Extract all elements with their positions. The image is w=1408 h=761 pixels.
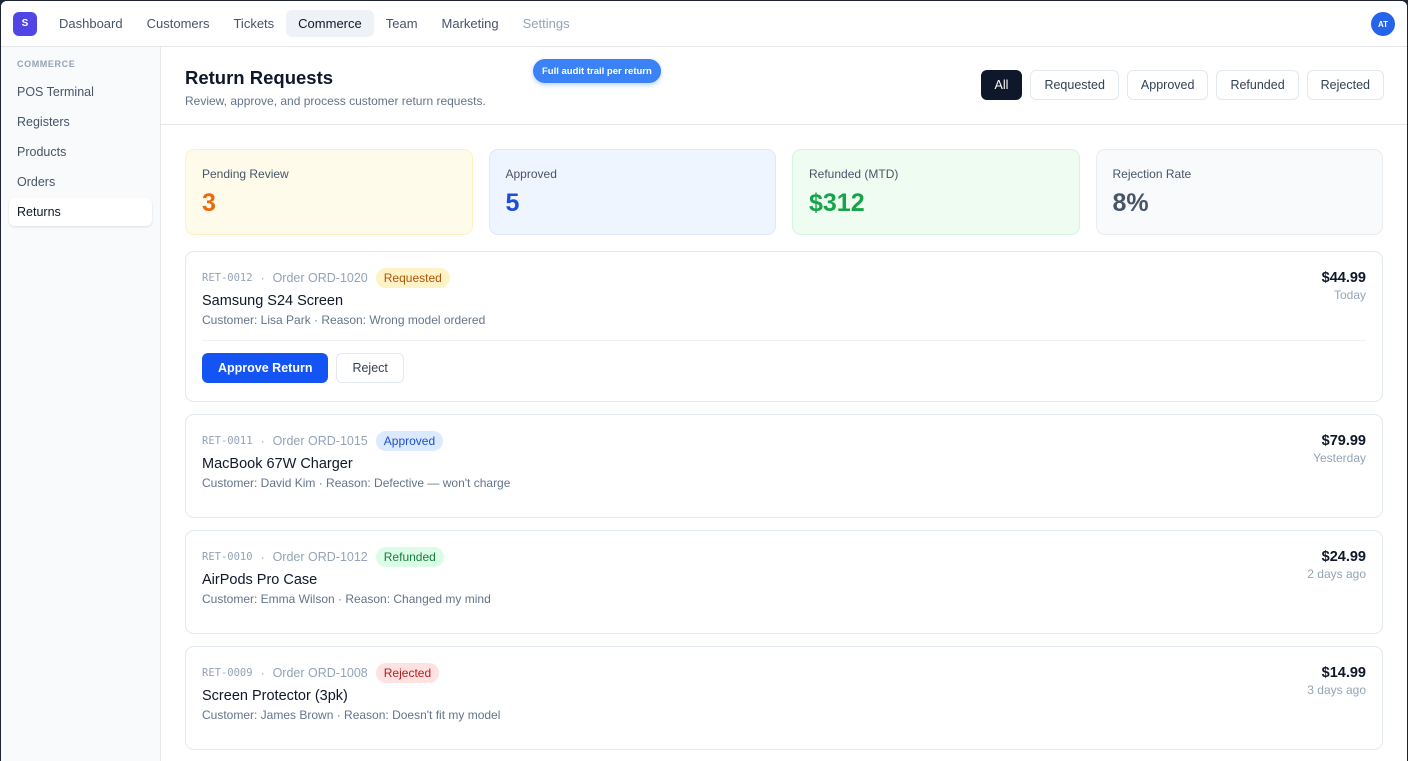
status-badge: Rejected: [375, 663, 440, 683]
order-link[interactable]: Order ORD-1012: [273, 550, 368, 564]
filter-approved[interactable]: Approved: [1126, 70, 1209, 100]
reject-button[interactable]: Reject: [336, 353, 404, 383]
returns-content: Pending Review 3 Approved 5 Refunded (MT…: [161, 125, 1407, 750]
nav-marketing[interactable]: Marketing: [430, 10, 511, 37]
return-meta: RET-0009 · Order ORD-1008 Rejected: [202, 663, 1366, 683]
return-id: RET-0010: [202, 551, 253, 563]
return-date: 3 days ago: [1307, 683, 1366, 697]
page-header: Return Requests Review, approve, and pro…: [161, 47, 1407, 125]
nav-dashboard[interactable]: Dashboard: [47, 10, 135, 37]
return-detail: Customer: Emma Wilson · Reason: Changed …: [202, 592, 491, 606]
return-meta: RET-0011 · Order ORD-1015 Approved: [202, 431, 1366, 451]
return-id: RET-0012: [202, 272, 253, 284]
stats-row: Pending Review 3 Approved 5 Refunded (MT…: [185, 149, 1383, 235]
nav-commerce[interactable]: Commerce: [286, 10, 374, 37]
return-date: Today: [1333, 288, 1366, 302]
return-amount: $44.99: [1321, 270, 1366, 286]
nav-customers[interactable]: Customers: [135, 10, 222, 37]
return-actions: Approve Return Reject: [202, 353, 1366, 383]
status-badge: Requested: [375, 268, 450, 288]
stat-value: $312: [809, 189, 865, 217]
return-card: RET-0011 · Order ORD-1015 Approved MacBo…: [185, 414, 1383, 518]
stat-card-approved: Approved 5: [488, 149, 776, 235]
status-badge: Refunded: [375, 547, 444, 567]
nav-team[interactable]: Team: [374, 10, 430, 37]
order-link[interactable]: Order ORD-1020: [273, 271, 368, 285]
status-badge: Approved: [375, 431, 444, 451]
stat-value: 8%: [1112, 189, 1149, 217]
card-divider: [202, 340, 1366, 341]
sidebar-item-orders[interactable]: Orders: [9, 168, 152, 196]
return-card: RET-0010 · Order ORD-1012 Refunded AirPo…: [185, 530, 1383, 634]
sidebar: COMMERCE POS Terminal Registers Products…: [1, 47, 161, 761]
separator-dot: ·: [260, 271, 265, 285]
sidebar-item-returns[interactable]: Returns: [9, 198, 152, 226]
order-link[interactable]: Order ORD-1008: [273, 666, 368, 680]
audit-trail-pill: Full audit trail per return: [533, 59, 661, 83]
separator-dot: ·: [260, 666, 265, 680]
app-logo[interactable]: S: [13, 11, 37, 36]
return-meta: RET-0010 · Order ORD-1012 Refunded: [202, 547, 1366, 567]
approve-return-button[interactable]: Approve Return: [202, 353, 329, 383]
nav-tickets[interactable]: Tickets: [221, 10, 286, 37]
main-content: Return Requests Review, approve, and pro…: [161, 47, 1407, 761]
product-name: Screen Protector (3pk): [202, 688, 348, 704]
product-name: Samsung S24 Screen: [202, 293, 344, 309]
stat-card-rejection-rate: Rejection Rate 8%: [1095, 149, 1383, 235]
stat-label: Refunded (MTD): [809, 167, 899, 181]
return-id: RET-0009: [202, 667, 253, 679]
stat-card-refunded: Refunded (MTD) $312: [792, 149, 1080, 235]
return-amount: $14.99: [1321, 665, 1366, 681]
sidebar-item-pos-terminal[interactable]: POS Terminal: [9, 78, 152, 106]
stat-label: Approved: [505, 167, 557, 181]
return-detail: Customer: James Brown · Reason: Doesn't …: [202, 708, 501, 722]
return-amount: $79.99: [1321, 433, 1366, 449]
separator-dot: ·: [260, 434, 265, 448]
app-window: S Dashboard Customers Tickets Commerce T…: [1, 1, 1407, 761]
stat-value: 5: [505, 189, 520, 217]
filter-all[interactable]: All: [980, 70, 1023, 100]
separator-dot: ·: [260, 550, 265, 564]
return-id: RET-0011: [202, 435, 253, 447]
product-name: MacBook 67W Charger: [202, 456, 353, 472]
product-name: AirPods Pro Case: [202, 572, 318, 588]
return-date: Yesterday: [1313, 451, 1366, 465]
return-meta: RET-0012 · Order ORD-1020 Requested: [202, 268, 1366, 288]
filter-requested[interactable]: Requested: [1030, 70, 1119, 100]
filter-refunded[interactable]: Refunded: [1216, 70, 1299, 100]
user-avatar[interactable]: AT: [1371, 12, 1395, 36]
return-amount: $24.99: [1321, 549, 1366, 565]
sidebar-heading: COMMERCE: [17, 59, 76, 69]
sidebar-item-products[interactable]: Products: [9, 138, 152, 166]
filter-rejected[interactable]: Rejected: [1306, 70, 1384, 100]
return-card: RET-0012 · Order ORD-1020 Requested Sams…: [185, 251, 1383, 402]
return-detail: Customer: Lisa Park · Reason: Wrong mode…: [202, 313, 486, 327]
stat-label: Pending Review: [202, 167, 289, 181]
status-filters: All Requested Approved Refunded Rejected: [973, 70, 1384, 100]
top-nav: S Dashboard Customers Tickets Commerce T…: [1, 1, 1407, 47]
return-card: RET-0009 · Order ORD-1008 Rejected Scree…: [185, 646, 1383, 750]
nav-settings[interactable]: Settings: [511, 10, 582, 37]
stat-value: 3: [202, 189, 216, 217]
return-date: 2 days ago: [1307, 567, 1366, 581]
return-detail: Customer: David Kim · Reason: Defective …: [202, 476, 511, 490]
sidebar-item-registers[interactable]: Registers: [9, 108, 152, 136]
stat-label: Rejection Rate: [1112, 167, 1192, 181]
stat-card-pending: Pending Review 3: [185, 149, 473, 235]
order-link[interactable]: Order ORD-1015: [273, 434, 368, 448]
